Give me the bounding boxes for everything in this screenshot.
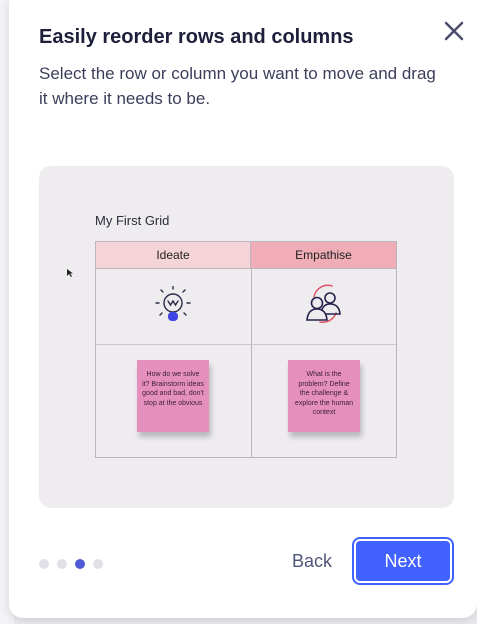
grid-column-header: Ideate [96,242,251,269]
grid-preview: Ideate Empathise How do we solve it? Bra… [95,241,397,458]
pagination-dot[interactable] [39,559,49,569]
dialog-title: Easily reorder rows and columns [39,26,354,48]
next-button[interactable]: Next [354,539,452,583]
sticky-note: What is the problem? Define the challeng… [288,360,360,432]
sticky-note: How do we solve it? Brainstorm ideas goo… [137,360,209,432]
grid-divider [96,344,396,345]
pagination-dot[interactable] [93,559,103,569]
tutorial-preview: My First Grid Ideate Empathise How do we… [39,166,454,508]
onboarding-dialog: Easily reorder rows and columns Select t… [9,0,477,618]
dialog-subtitle: Select the row or column you want to mov… [39,64,436,108]
grid-title: My First Grid [95,213,170,228]
close-icon [444,21,464,41]
lightbulb-icon [154,285,192,326]
back-button[interactable]: Back [271,545,353,577]
close-button[interactable] [443,20,465,42]
grid-column-header: Empathise [251,242,396,269]
pagination-dot[interactable] [57,559,67,569]
people-icon [302,283,346,325]
grid-divider [251,269,252,457]
pagination-dots [39,556,111,569]
pagination-dot-active[interactable] [75,559,85,569]
cursor-icon [67,264,73,277]
